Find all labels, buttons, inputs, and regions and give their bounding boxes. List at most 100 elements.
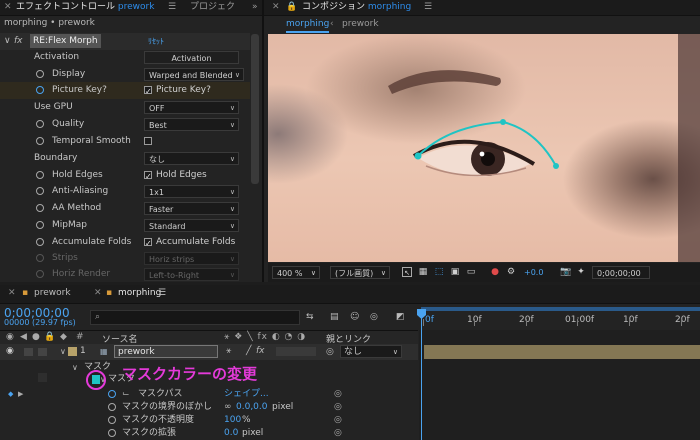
audio-icon[interactable]: ◀ [20, 332, 27, 342]
stopwatch-icon[interactable] [108, 429, 116, 437]
solo-icon[interactable]: ● [32, 332, 40, 342]
mask-expansion-value[interactable]: 0.0 [224, 427, 238, 440]
mask-vertex[interactable] [500, 119, 506, 125]
fx-switch-icon[interactable]: fx [256, 346, 265, 356]
lock-icon[interactable]: 🔒 [286, 0, 297, 15]
lock-icon[interactable]: 🔒 [44, 332, 55, 342]
expand-chevron-icon[interactable]: ∨ [60, 347, 66, 356]
show-snapshot-icon[interactable]: ✦ [576, 267, 586, 277]
anti-aliasing-dropdown[interactable]: 1x1 ∨ [144, 185, 239, 198]
hold-edges-checkbox[interactable] [144, 168, 152, 185]
effect-controls-scrollbar[interactable] [251, 34, 259, 184]
panel-close-icon[interactable]: ✕ [8, 285, 16, 302]
mipmap-dropdown[interactable]: Standard ∨ [144, 219, 239, 232]
stopwatch-icon[interactable] [36, 120, 44, 128]
aa-method-dropdown[interactable]: Faster ∨ [144, 202, 239, 215]
stopwatch-icon[interactable] [36, 238, 44, 246]
layer-row[interactable]: ◉ ∨ 1 ▦ prework ⚹ ╱ fx ◎ なし ∨ [0, 344, 418, 360]
mask-visibility-icon[interactable]: ⬚ [434, 267, 444, 277]
reset-link[interactable]: ﾘｾｯﾄ [148, 33, 164, 50]
mask-feather-value[interactable]: 0.0,0.0 [236, 401, 268, 414]
tab-timeline-morphing[interactable]: morphing [118, 285, 161, 302]
boundary-dropdown[interactable]: なし ∨ [144, 152, 239, 165]
composition-viewer[interactable] [268, 34, 700, 262]
stopwatch-icon[interactable] [108, 416, 116, 424]
pickwhip-icon[interactable]: ◎ [334, 388, 342, 401]
tab-composition[interactable]: コンポジション morphing [302, 0, 411, 15]
collapse-switch-icon[interactable]: ⚹ [226, 346, 231, 356]
draft-3d-icon[interactable]: ▤ [330, 312, 339, 322]
panel-more-icon[interactable]: » [252, 0, 258, 15]
stopwatch-active-icon[interactable] [108, 390, 116, 398]
work-area-bar[interactable] [421, 307, 700, 311]
next-keyframe-icon[interactable]: ▶ [18, 388, 23, 401]
graph-editor-icon[interactable]: ◩ [396, 312, 405, 322]
stopwatch-icon[interactable] [36, 70, 44, 78]
resolution-dropdown[interactable]: (フル画質) ∨ [330, 266, 390, 279]
hamburger-icon[interactable]: ☰ [424, 0, 432, 15]
shy-icon[interactable]: ☺ [350, 312, 359, 322]
keyframe-nav-icon[interactable]: ◆ [8, 388, 13, 401]
panel-close-icon[interactable]: ✕ [272, 0, 280, 15]
effect-header[interactable]: ∨ fx RE:Flex Morph ﾘｾｯﾄ [0, 33, 250, 50]
collapse-chevron-icon[interactable]: ∨ [4, 33, 11, 50]
visibility-eye-icon[interactable]: ◉ [6, 346, 14, 356]
layer-duration-bar[interactable] [424, 345, 700, 359]
pickwhip-icon[interactable]: ◎ [326, 347, 334, 357]
quality-switch-icon[interactable]: ╱ [246, 346, 251, 356]
visibility-icon[interactable]: ◉ [6, 332, 14, 342]
tab-timeline-prework[interactable]: prework [34, 285, 71, 302]
label-icon[interactable]: ◆ [60, 332, 67, 342]
mask-color-swatch[interactable] [92, 375, 100, 384]
link-icon[interactable]: ∞ [224, 401, 232, 414]
layer-name[interactable]: prework [114, 345, 218, 358]
layer-label-color[interactable] [68, 347, 77, 356]
hamburger-icon[interactable]: ☰ [158, 285, 166, 302]
comp-flowchart-icon[interactable]: ⇆ [306, 312, 314, 322]
stopwatch-icon[interactable] [108, 403, 116, 411]
panel-close-icon[interactable]: ✕ [94, 285, 102, 302]
pickwhip-icon[interactable]: ◎ [334, 414, 342, 427]
fx-icon[interactable]: fx [14, 33, 23, 50]
picture-key-checkbox[interactable] [144, 83, 152, 100]
exposure-value[interactable]: +0.0 [524, 266, 543, 279]
display-dropdown[interactable]: Warped and Blended ∨ [144, 68, 244, 81]
stopwatch-icon[interactable] [36, 171, 44, 179]
mask-toggle[interactable] [38, 373, 47, 382]
time-ruler[interactable]: 0f 10f 20f 01:00f 10f 20f [419, 307, 700, 329]
mask-vertex[interactable] [414, 152, 422, 160]
panel-close-icon[interactable]: ✕ [4, 0, 12, 15]
quality-dropdown[interactable]: Best ∨ [144, 118, 239, 131]
snapshot-icon[interactable]: 📷 [560, 267, 571, 277]
exposure-reset-icon[interactable]: ⚙ [506, 267, 516, 277]
mask-vertex[interactable] [553, 163, 559, 169]
stopwatch-icon[interactable] [36, 204, 44, 212]
subtab-prework[interactable]: prework [342, 17, 379, 32]
mask-opacity-value[interactable]: 100 [224, 414, 241, 427]
mask-row[interactable]: ∨ マスク マスクカラーの変更 [0, 367, 418, 390]
channel-icon[interactable]: ● [490, 267, 500, 277]
playhead[interactable] [417, 309, 426, 440]
tab-project[interactable]: プロジェク [190, 0, 235, 15]
temporal-smooth-checkbox[interactable] [144, 137, 152, 145]
transparency-grid-icon[interactable]: ▦ [418, 267, 428, 277]
solo-toggle[interactable] [38, 348, 47, 356]
stopwatch-active-icon[interactable] [36, 86, 44, 94]
timeline-search-input[interactable]: ⌕ [90, 310, 300, 325]
hamburger-icon[interactable]: ☰ [168, 0, 176, 15]
stopwatch-icon[interactable] [36, 187, 44, 195]
pickwhip-icon[interactable]: ◎ [334, 401, 342, 414]
audio-toggle[interactable] [24, 348, 33, 356]
graph-icon[interactable]: ⌙ [122, 388, 130, 401]
activation-button[interactable]: Activation [144, 51, 239, 64]
pickwhip-icon[interactable]: ◎ [334, 427, 342, 440]
stopwatch-icon[interactable] [36, 221, 44, 229]
viewer-timecode[interactable]: 0;00;00;00 [592, 266, 650, 279]
mask-path-value[interactable]: シェイプ... [224, 388, 269, 401]
stopwatch-icon[interactable] [36, 137, 44, 145]
3d-view-icon[interactable]: ▭ [466, 267, 476, 277]
tab-effect-controls[interactable]: エフェクトコントロール prework [16, 0, 154, 15]
zoom-dropdown[interactable]: 400 % ∨ [272, 266, 320, 279]
motion-blur-icon[interactable]: ◎ [370, 312, 378, 322]
use-gpu-dropdown[interactable]: OFF ∨ [144, 101, 239, 114]
